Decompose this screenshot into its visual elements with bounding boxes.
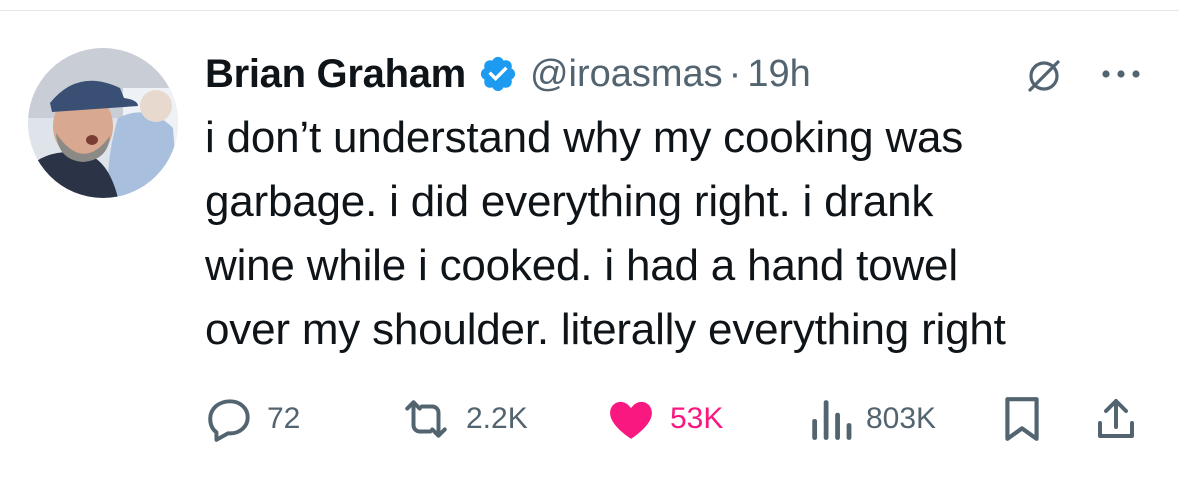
share-icon <box>1098 399 1134 438</box>
avatar[interactable] <box>28 48 178 198</box>
tweet-text-line: over my shoulder. literally everything r… <box>205 305 1006 354</box>
top-divider <box>0 10 1179 11</box>
share-button[interactable] <box>1094 394 1138 444</box>
tweet-text-line: wine while i cooked. i had a hand towel <box>205 241 958 290</box>
repost-button[interactable]: 2.2K <box>398 394 528 444</box>
more-icon[interactable] <box>1098 64 1144 84</box>
action-bar: 72 2.2K 53K 803K <box>0 394 1179 444</box>
repost-icon <box>405 400 447 438</box>
repost-count: 2.2K <box>466 402 528 435</box>
bookmark-button[interactable] <box>1000 394 1044 444</box>
views-button[interactable]: 803K <box>808 394 936 444</box>
views-count: 803K <box>866 402 937 435</box>
reply-icon <box>208 399 250 442</box>
reply-button[interactable]: 72 <box>205 394 300 444</box>
views-icon <box>812 400 852 440</box>
reply-count: 72 <box>267 402 301 435</box>
tweet-header: Brian Graham @iroasmas · 19h <box>205 46 811 102</box>
tweet-text: i don’t understand why my cooking was ga… <box>205 106 1165 362</box>
heart-icon <box>610 401 652 439</box>
display-name[interactable]: Brian Graham <box>205 52 466 97</box>
tweet-text-line: i don’t understand why my cooking was <box>205 113 964 162</box>
grok-icon[interactable] <box>1024 56 1064 96</box>
tweet-time[interactable]: 19h <box>747 53 810 96</box>
like-button[interactable]: 53K <box>604 394 723 444</box>
like-count: 53K <box>670 402 724 435</box>
tweet-text-line: garbage. i did everything right. i drank <box>205 177 934 226</box>
user-handle[interactable]: @iroasmas <box>530 53 723 96</box>
separator-dot: · <box>728 52 742 95</box>
verified-badge-icon <box>480 56 516 92</box>
bookmark-icon <box>1005 397 1039 441</box>
